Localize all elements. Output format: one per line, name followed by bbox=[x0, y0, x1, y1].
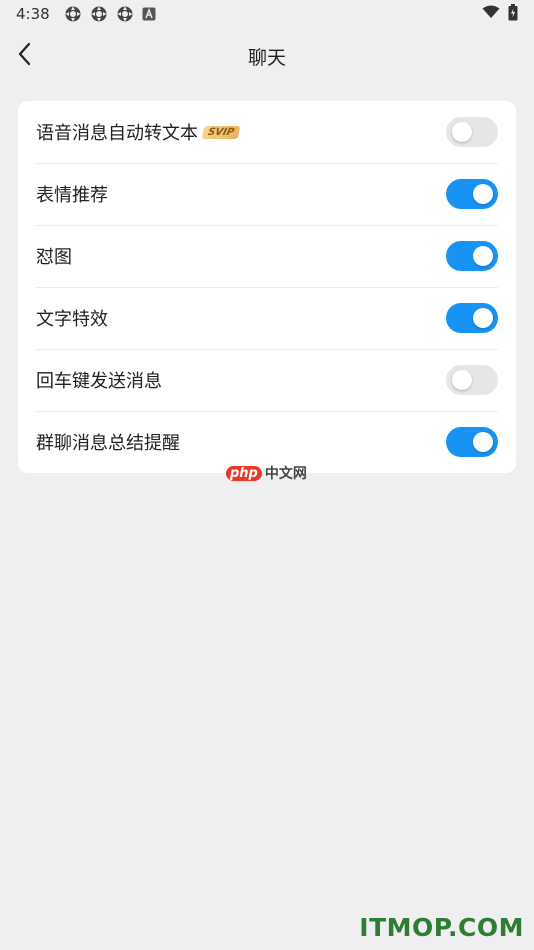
status-bar: 4:38 bbox=[0, 0, 534, 28]
notification-icon bbox=[64, 5, 82, 23]
meme-reply-toggle[interactable] bbox=[446, 241, 498, 271]
page-title: 聊天 bbox=[247, 46, 286, 69]
setting-label: 回车键发送消息 bbox=[36, 371, 162, 392]
settings-card: 语音消息自动转文本 SVIP 表情推荐 怼图 文字特效 回车键发送消息 群聊消息… bbox=[18, 101, 516, 473]
svip-badge: SVIP bbox=[201, 125, 241, 139]
back-button[interactable] bbox=[10, 40, 38, 72]
nav-bar: 聊天 bbox=[0, 28, 534, 84]
setting-label: 表情推荐 bbox=[36, 185, 108, 206]
setting-label: 语音消息自动转文本 bbox=[36, 123, 198, 144]
voice-to-text-toggle[interactable] bbox=[446, 117, 498, 147]
enter-to-send-toggle[interactable] bbox=[446, 365, 498, 395]
battery-icon bbox=[508, 3, 518, 25]
php-cn-text: 中文网 bbox=[264, 466, 307, 482]
toggle-knob bbox=[473, 308, 493, 328]
toggle-knob bbox=[473, 432, 493, 452]
setting-row-meme-reply: 怼图 bbox=[18, 225, 516, 287]
setting-label: 文字特效 bbox=[36, 309, 108, 330]
setting-label: 群聊消息总结提醒 bbox=[36, 433, 180, 454]
setting-row-sticker-recommend: 表情推荐 bbox=[18, 163, 516, 225]
setting-row-text-effects: 文字特效 bbox=[18, 287, 516, 349]
notification-icon bbox=[116, 5, 134, 23]
screen: 4:38 聊天 语音消息自动转文本 SVIP 表情推荐 怼图 文字特效 回车键发… bbox=[0, 0, 534, 950]
status-time: 4:38 bbox=[16, 5, 50, 23]
php-logo: php bbox=[226, 465, 262, 481]
notification-icon bbox=[90, 5, 108, 23]
a-app-icon bbox=[142, 7, 156, 21]
php-watermark: php 中文网 bbox=[226, 463, 307, 483]
wifi-icon bbox=[482, 5, 500, 23]
group-summary-toggle[interactable] bbox=[446, 427, 498, 457]
toggle-knob bbox=[473, 246, 493, 266]
sticker-recommend-toggle[interactable] bbox=[446, 179, 498, 209]
toggle-knob bbox=[452, 122, 472, 142]
status-right-group bbox=[482, 3, 518, 25]
toggle-knob bbox=[473, 184, 493, 204]
text-effects-toggle[interactable] bbox=[446, 303, 498, 333]
toggle-knob bbox=[452, 370, 472, 390]
itmop-watermark: ITMOP.COM bbox=[359, 913, 524, 942]
setting-label: 怼图 bbox=[36, 247, 72, 268]
setting-row-voice-to-text: 语音消息自动转文本 SVIP bbox=[18, 101, 516, 163]
chevron-left-icon bbox=[17, 42, 31, 70]
setting-row-enter-to-send: 回车键发送消息 bbox=[18, 349, 516, 411]
